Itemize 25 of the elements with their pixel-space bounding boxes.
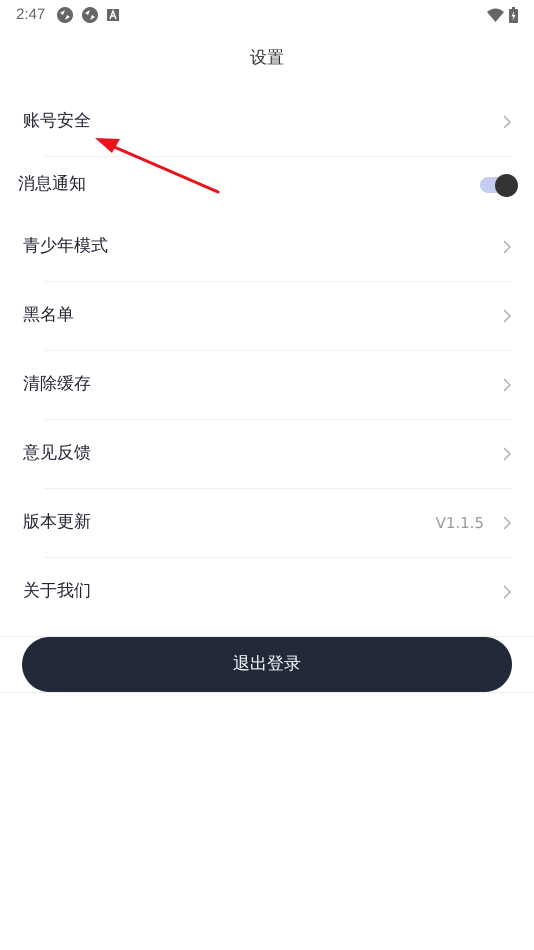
- chevron-right-icon: [502, 515, 512, 531]
- chevron-right-icon: [502, 377, 512, 393]
- app-notification-icon: [57, 7, 74, 23]
- setting-label[interactable]: 黑名单: [23, 303, 502, 329]
- version-text: V1.1.5: [436, 512, 484, 534]
- setting-label[interactable]: 意见反馈: [23, 441, 502, 467]
- page-title: 设置: [250, 47, 284, 70]
- setting-label[interactable]: 关于我们: [23, 579, 502, 605]
- toggle-switch[interactable]: [478, 173, 518, 197]
- chevron-right-icon: [502, 308, 512, 324]
- setting-label[interactable]: 清除缓存: [23, 372, 502, 398]
- setting-label: 消息通知: [18, 173, 87, 196]
- chevron-right-icon: [502, 584, 512, 600]
- logout-button[interactable]: 退出登录: [22, 637, 512, 692]
- setting-label[interactable]: 青少年模式: [23, 234, 502, 260]
- keyboard-notification-icon: [107, 9, 120, 21]
- chevron-right-icon: [502, 114, 512, 130]
- chevron-right-icon: [502, 446, 512, 462]
- wifi-icon: [487, 8, 504, 22]
- status-time: 2:47: [16, 4, 46, 25]
- battery-icon: [509, 7, 518, 23]
- chevron-right-icon: [502, 239, 512, 255]
- app-notification-icon: [82, 7, 98, 23]
- setting-label[interactable]: 账号安全: [23, 109, 502, 135]
- setting-label[interactable]: 版本更新: [23, 510, 436, 536]
